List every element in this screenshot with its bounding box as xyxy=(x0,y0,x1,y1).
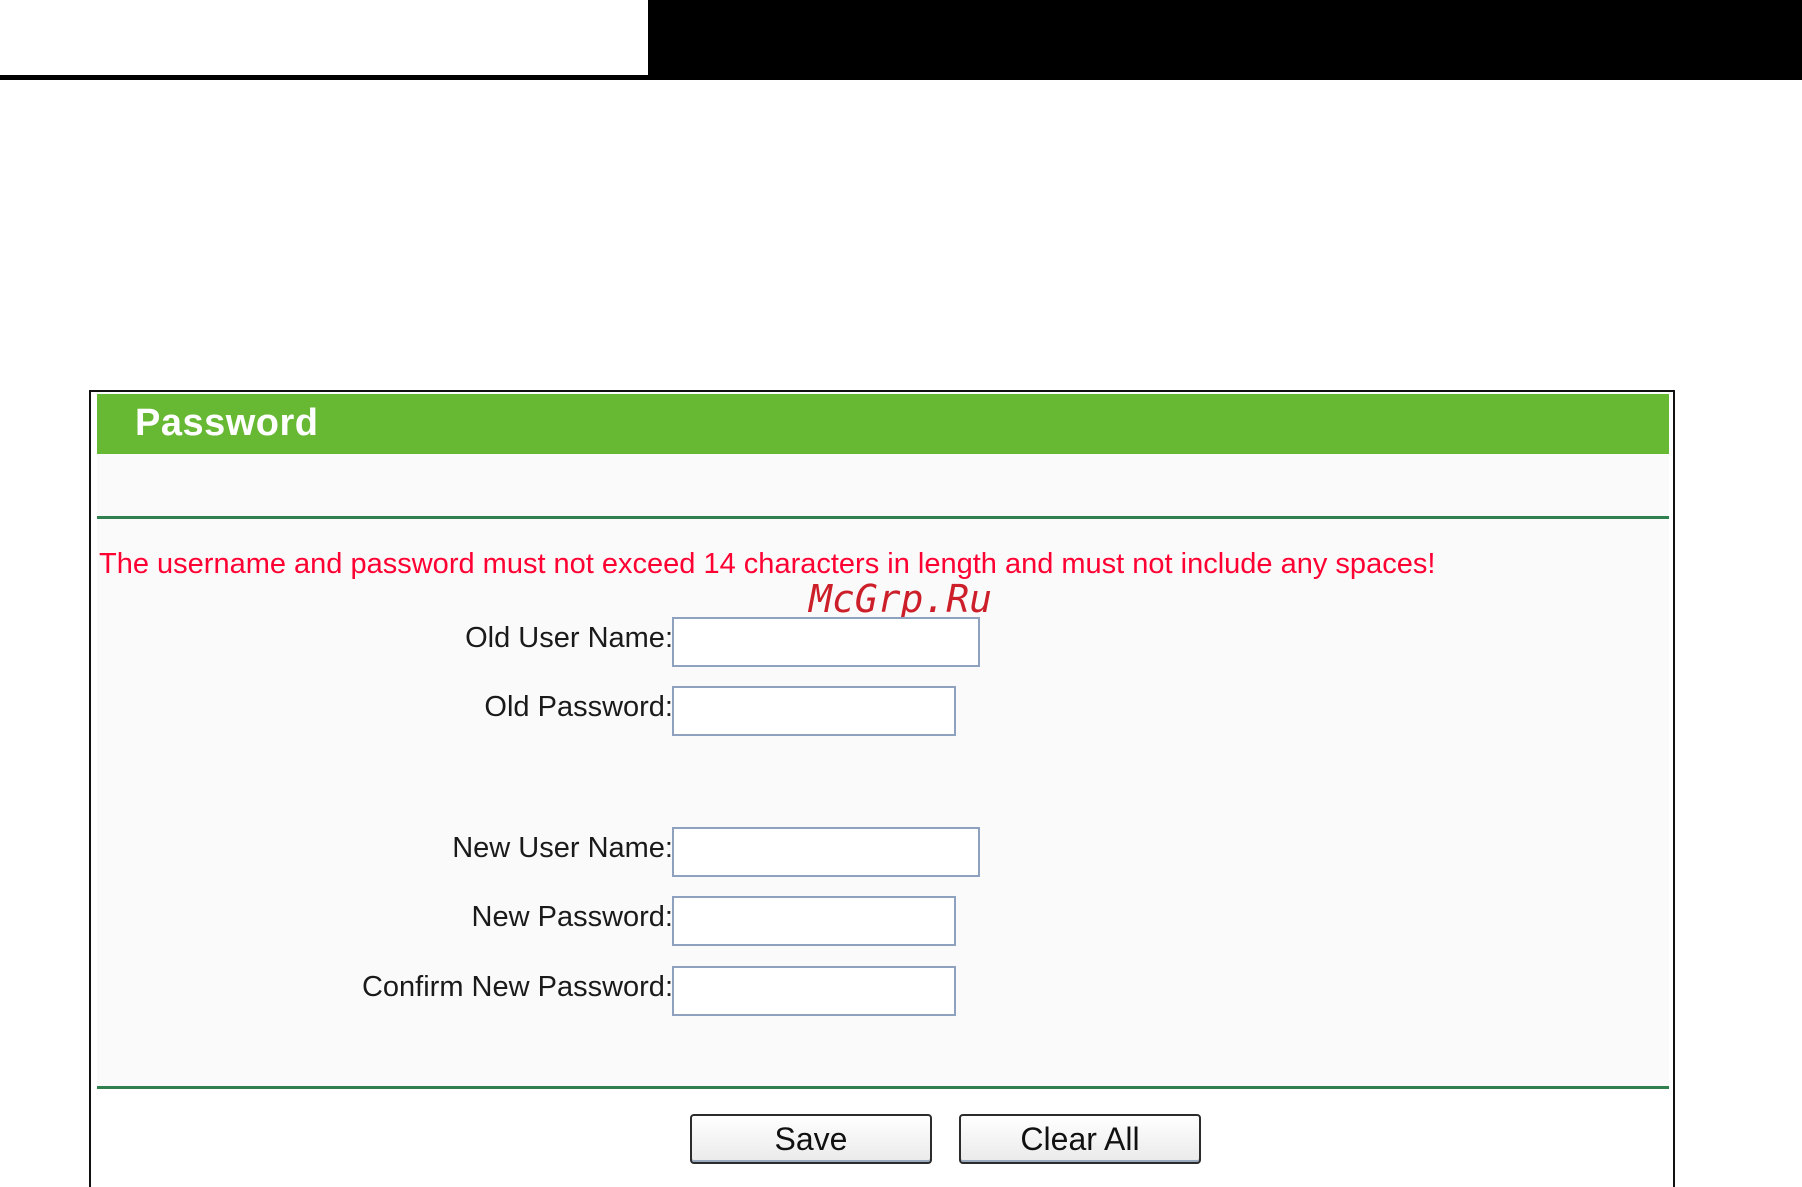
old-user-name-label: Old User Name: xyxy=(465,622,673,654)
page-top-bar xyxy=(0,0,1802,80)
confirm-new-password-label: Confirm New Password: xyxy=(361,971,673,1003)
new-password-label: New Password: xyxy=(471,901,673,933)
header-spacer xyxy=(97,454,1669,516)
old-user-name-input[interactable] xyxy=(672,617,980,667)
bottom-divider xyxy=(97,1086,1669,1089)
password-panel: Password The username and password must … xyxy=(89,390,1675,1187)
watermark: McGrp.Ru xyxy=(809,577,993,621)
new-password-input[interactable] xyxy=(672,896,956,946)
top-bar-left-blank xyxy=(0,0,648,75)
old-password-input[interactable] xyxy=(672,686,956,736)
panel-header: Password xyxy=(97,394,1669,454)
confirm-new-password-input[interactable] xyxy=(672,966,956,1016)
panel-title: Password xyxy=(135,402,319,444)
length-notice: The username and password must not excee… xyxy=(99,548,1436,580)
top-bar-black-block xyxy=(648,0,1802,78)
top-bar-underline xyxy=(0,75,1802,80)
new-user-name-input[interactable] xyxy=(672,827,980,877)
clear-all-button[interactable]: Clear All xyxy=(959,1114,1201,1164)
old-password-label: Old Password: xyxy=(484,691,673,723)
save-button[interactable]: Save xyxy=(690,1114,932,1164)
new-user-name-label: New User Name: xyxy=(452,832,673,864)
